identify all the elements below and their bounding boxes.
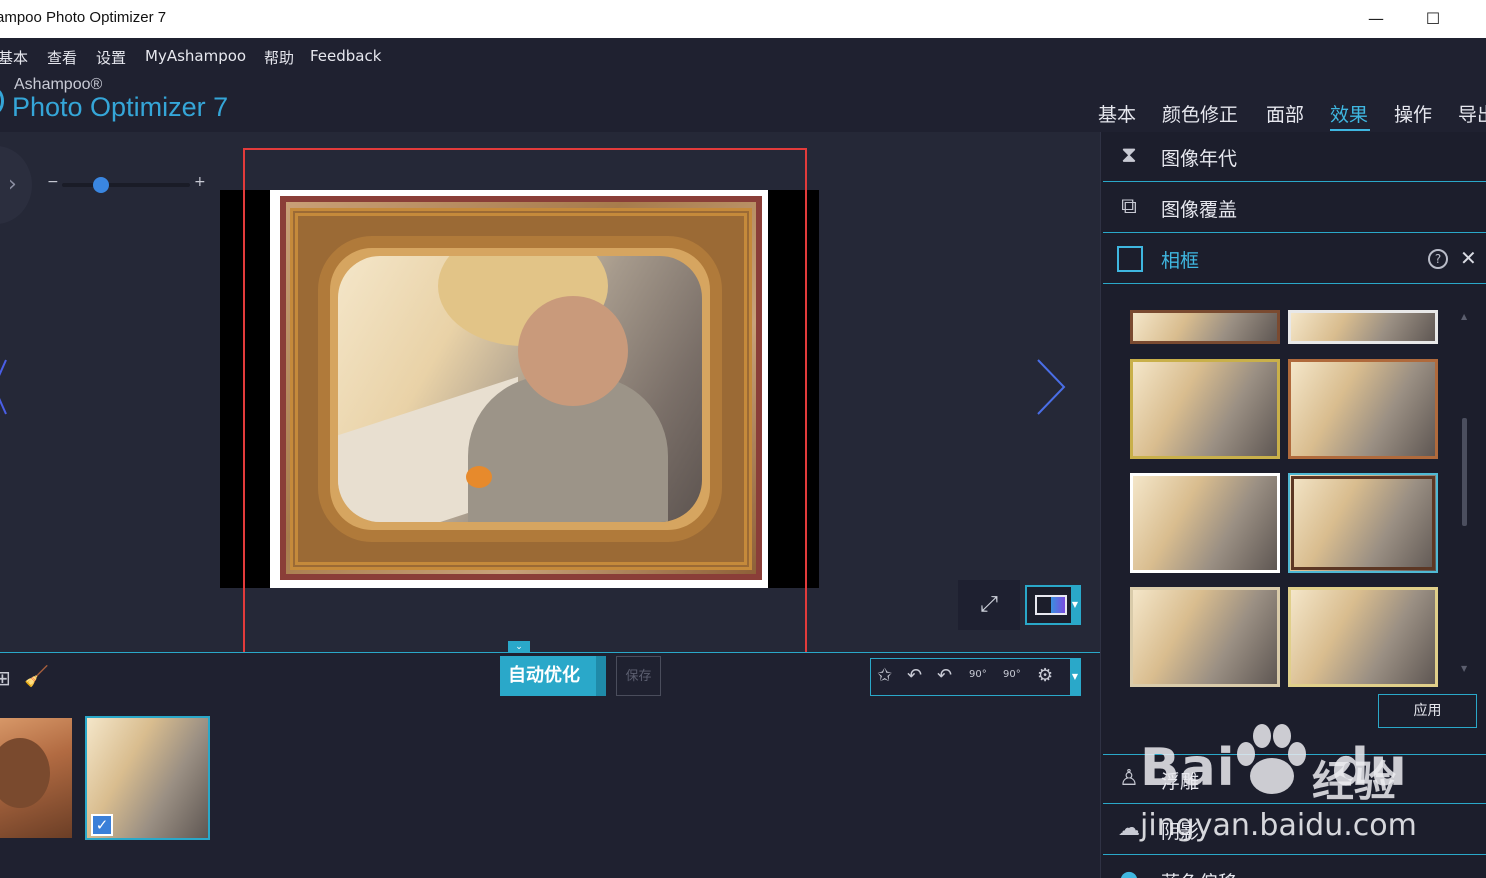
magic-stars-icon[interactable]: ✩ bbox=[877, 665, 892, 686]
clean-brush-icon[interactable]: 🧹 bbox=[24, 664, 49, 688]
previous-image-arrow-icon[interactable] bbox=[0, 358, 8, 416]
tab-operations[interactable]: 操作 bbox=[1394, 100, 1432, 127]
next-image-arrow-icon[interactable] bbox=[1036, 358, 1066, 416]
apply-button[interactable]: 应用 bbox=[1378, 694, 1477, 728]
compare-dropdown-arrow[interactable]: ▼ bbox=[1071, 587, 1079, 623]
menu-bar: 基本 查看 设置 MyAshampoo 帮助 Feedback bbox=[0, 38, 1486, 74]
logo-icon bbox=[0, 88, 4, 114]
zoom-slider[interactable] bbox=[62, 183, 190, 187]
menu-basic[interactable]: 基本 bbox=[0, 47, 28, 68]
undo-all-icon[interactable]: ↶ bbox=[937, 665, 952, 686]
gear-icon[interactable]: ⚙ bbox=[1037, 665, 1053, 686]
shadow-icon: ☁ bbox=[1118, 816, 1140, 841]
baidu-paw-logo-icon bbox=[1237, 724, 1306, 794]
split-view-icon bbox=[1035, 595, 1067, 615]
tab-export[interactable]: 导出 bbox=[1458, 100, 1486, 127]
menu-settings[interactable]: 设置 bbox=[96, 47, 126, 68]
help-icon[interactable]: ? bbox=[1428, 249, 1448, 269]
zoom-in-icon[interactable]: + bbox=[194, 174, 206, 190]
frame-option[interactable] bbox=[1288, 587, 1438, 687]
pin-icon: ● bbox=[1115, 866, 1143, 878]
maximize-button[interactable]: ☐ bbox=[1418, 6, 1448, 32]
collapse-toggle[interactable]: ⌄ bbox=[508, 641, 530, 653]
panel-item-frame[interactable]: 相框 ? ✕ bbox=[1103, 234, 1486, 284]
filmstrip-thumbnail-selected[interactable]: ✓ bbox=[85, 716, 210, 840]
auto-optimize-stripe bbox=[596, 656, 606, 696]
panel-item-image-overlay[interactable]: ⧉ 图像覆盖 bbox=[1103, 183, 1486, 233]
watermark-jingyan: 经验 bbox=[1312, 757, 1397, 806]
tab-color-correction[interactable]: 颜色修正 bbox=[1162, 100, 1238, 127]
highlight-annotation-box bbox=[243, 148, 807, 679]
panel-item-blue-shift[interactable]: ● 蓝色偏移 bbox=[1103, 856, 1486, 878]
tab-face[interactable]: 面部 bbox=[1266, 100, 1304, 127]
hourglass-icon: ⧗ bbox=[1121, 143, 1137, 168]
save-button[interactable]: 保存 bbox=[616, 656, 661, 696]
frame-gallery-scrollbar[interactable] bbox=[1462, 418, 1467, 526]
panel-item-label: 图像年代 bbox=[1161, 148, 1238, 170]
fullscreen-button[interactable]: ⤢ bbox=[958, 580, 1020, 630]
app-header: Ashampoo® Photo Optimizer 7 基本 颜色修正 面部 效… bbox=[0, 74, 1486, 132]
compare-view-button[interactable]: ▼ bbox=[1025, 585, 1081, 625]
watermark-url: jingyan.baidu.com bbox=[1140, 808, 1417, 843]
auto-optimize-button[interactable]: 自动优化 bbox=[500, 656, 606, 696]
auto-optimize-label: 自动优化 bbox=[508, 665, 580, 686]
frame-icon bbox=[1117, 246, 1143, 272]
edit-tools-group: ✩ ↶ ↶ 90° 90° ⚙ ▼ bbox=[870, 658, 1081, 696]
frame-option[interactable] bbox=[1288, 359, 1438, 459]
overlay-icon: ⧉ bbox=[1121, 194, 1137, 219]
checkbox-checked-icon[interactable]: ✓ bbox=[91, 814, 113, 836]
scroll-up-arrow-icon[interactable]: ▲ bbox=[1461, 312, 1467, 321]
frame-option[interactable] bbox=[1130, 587, 1280, 687]
frame-option[interactable] bbox=[1288, 310, 1438, 344]
filmstrip-thumbnail[interactable] bbox=[0, 718, 72, 838]
panel-item-label: 相框 bbox=[1161, 250, 1200, 272]
logo-product: Photo Optimizer 7 bbox=[12, 92, 229, 122]
active-tab-indicator bbox=[1330, 129, 1370, 131]
tab-effects[interactable]: 效果 bbox=[1330, 100, 1368, 127]
frame-option[interactable] bbox=[1130, 359, 1280, 459]
scroll-down-arrow-icon[interactable]: ▼ bbox=[1461, 664, 1467, 673]
emboss-icon: ♙ bbox=[1119, 766, 1139, 791]
rotate-left-icon[interactable]: 90° bbox=[969, 669, 987, 680]
menu-myashampoo[interactable]: MyAshampoo bbox=[145, 47, 246, 65]
rotate-right-icon[interactable]: 90° bbox=[1003, 669, 1021, 680]
panel-item-image-age[interactable]: ⧗ 图像年代 bbox=[1103, 132, 1486, 182]
add-image-icon[interactable]: ⊞ bbox=[0, 666, 11, 690]
frame-option-selected[interactable] bbox=[1288, 473, 1438, 573]
frame-option[interactable] bbox=[1130, 310, 1280, 344]
menu-feedback[interactable]: Feedback bbox=[310, 47, 381, 65]
tab-basic[interactable]: 基本 bbox=[1098, 100, 1136, 127]
tools-dropdown-arrow[interactable]: ▼ bbox=[1070, 659, 1080, 695]
menu-help[interactable]: 帮助 bbox=[264, 47, 294, 68]
window-title: ampoo Photo Optimizer 7 bbox=[0, 9, 167, 26]
menu-view[interactable]: 查看 bbox=[47, 47, 77, 68]
expand-icon: ⤢ bbox=[980, 592, 998, 617]
thumbnail-face bbox=[0, 738, 50, 808]
title-bar: ampoo Photo Optimizer 7 — ☐ bbox=[0, 0, 1486, 38]
panel-item-label: 图像覆盖 bbox=[1161, 199, 1238, 221]
frame-option[interactable] bbox=[1130, 473, 1280, 573]
zoom-slider-handle[interactable] bbox=[93, 177, 109, 193]
close-icon[interactable]: ✕ bbox=[1460, 246, 1477, 270]
minimize-button[interactable]: — bbox=[1361, 6, 1391, 32]
watermark-bai: Bai bbox=[1140, 738, 1236, 798]
panel-item-label: 蓝色偏移 bbox=[1161, 868, 1237, 878]
undo-icon[interactable]: ↶ bbox=[907, 665, 922, 686]
chevron-right-icon: › bbox=[8, 172, 17, 197]
zoom-out-icon[interactable]: − bbox=[47, 174, 59, 190]
